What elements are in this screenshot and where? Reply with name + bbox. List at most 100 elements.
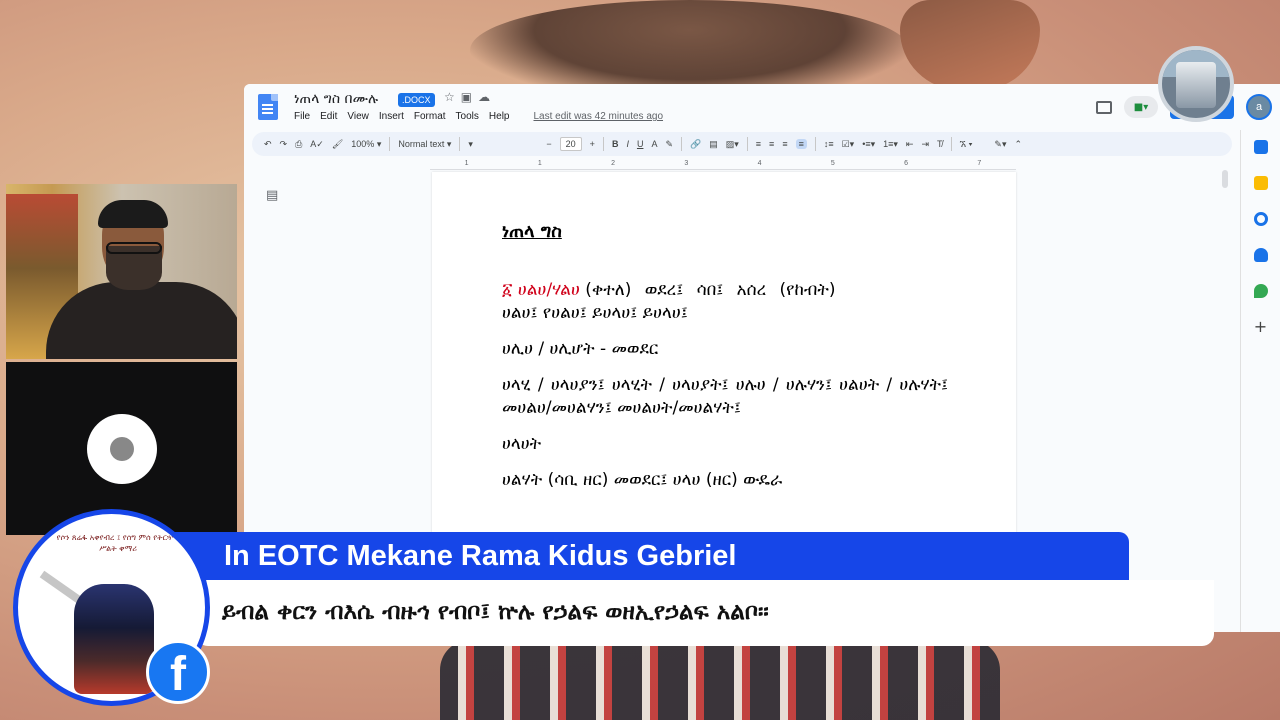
title-actions: ☆▣☁ (444, 90, 496, 104)
print-icon[interactable]: ⎙ (295, 139, 302, 150)
account-avatar[interactable]: a (1246, 94, 1272, 120)
logo-text: የሶን ጸሬፋ አቀየብረ ፤ የሰግ ምሰ የትርጓሜ ሥልት ቀማሪ (56, 533, 180, 553)
docs-topbar: ነጠላ ግስ በሙሉ .DOCX ☆▣☁ File Edit View Inse… (244, 84, 1280, 130)
undo-icon[interactable]: ↶ (264, 139, 272, 150)
document-heading: ነጠላ ግስ (502, 221, 562, 242)
logo-figure (74, 584, 154, 694)
highlight-icon[interactable]: ✎ (665, 139, 673, 150)
bold-icon[interactable]: B (612, 139, 619, 149)
docs-logo-icon[interactable] (258, 94, 278, 120)
add-comment-icon[interactable]: ▤ (709, 139, 718, 150)
checklist-icon[interactable]: ☑▾ (842, 139, 855, 150)
font-size-decrease-icon[interactable]: − (546, 139, 551, 149)
menu-tools[interactable]: Tools (456, 111, 479, 122)
presenter-hat (98, 200, 168, 228)
background-painting-arm (900, 0, 1040, 90)
keep-icon[interactable] (1253, 176, 1268, 190)
text-color-icon[interactable]: A (651, 139, 657, 149)
ruler-mark: 3 (684, 160, 689, 167)
align-center-icon[interactable]: ≡ (769, 139, 774, 149)
tasks-icon[interactable] (1253, 212, 1268, 226)
calendar-icon[interactable] (1253, 140, 1268, 154)
menu-insert[interactable]: Insert (379, 111, 404, 122)
ruler-mark: 7 (977, 160, 982, 167)
paragraph-3: ሀላሂ / ሀላሀያን፤ ሀላሂት / ሀላሀያት፤ ሀሉሀ / ሀሉሃን፤ ሀ… (502, 375, 948, 418)
ruler-mark: 4 (757, 160, 762, 167)
star-icon[interactable]: ☆ (444, 90, 461, 104)
banner-subtitle-bar: ይብል ቀርን ብእሴ ብዙኅ የብቦ፤ ኵሉ የኃልፍ ወዘኢየኃልፍ አልቦ… (196, 580, 1214, 646)
facebook-letter: f (170, 648, 186, 701)
editing-mode-icon[interactable]: ✎▾ (994, 139, 1006, 150)
add-on-plus-icon[interactable]: + (1254, 319, 1268, 335)
toolbar-divider (602, 137, 604, 151)
align-left-icon[interactable]: ≡ (756, 139, 761, 149)
maps-icon[interactable] (1253, 284, 1268, 298)
zoom-value: 100% (351, 138, 375, 149)
meet-button[interactable]: ■▾ (1124, 96, 1158, 118)
toolbar-divider (389, 137, 391, 151)
ruler-mark: 5 (830, 160, 835, 167)
video-camera-icon: ■▾ (1133, 101, 1149, 113)
banner-title-bar: In EOTC Mekane Rama Kidus Gebriel (108, 532, 1129, 580)
font-size-increase-icon[interactable]: + (590, 139, 595, 149)
style-select[interactable]: Normal text ▾ (398, 139, 451, 150)
toolbar-divider (950, 137, 952, 151)
item-number: ፩ (502, 280, 513, 300)
facebook-icon: f (146, 640, 210, 704)
align-justify-icon[interactable]: ≡ (795, 139, 807, 149)
zoom-select[interactable]: 100% ▾ (351, 139, 381, 150)
style-value: Normal text (398, 138, 445, 149)
comment-history-icon[interactable] (1096, 100, 1112, 114)
font-size-input[interactable]: 20 (559, 137, 582, 151)
contacts-icon[interactable] (1253, 248, 1268, 262)
redo-icon[interactable]: ↷ (280, 139, 288, 150)
clear-formatting-icon[interactable]: T̸ (937, 139, 943, 149)
decrease-indent-icon[interactable]: ⇤ (906, 139, 914, 150)
menu-help[interactable]: Help (489, 111, 510, 122)
italic-icon[interactable]: I (626, 139, 629, 149)
input-tools-icon[interactable]: ኧ ▾ (960, 139, 973, 150)
align-right-icon[interactable]: ≡ (782, 139, 787, 149)
toolbar-divider (459, 137, 461, 151)
ruler[interactable]: 1 1 2 3 4 5 6 7 (430, 158, 1016, 170)
bulleted-list-icon[interactable]: •≡▾ (862, 139, 875, 150)
paint-format-icon[interactable]: 🖌 (332, 139, 343, 150)
presenter-webcam (6, 184, 237, 359)
paragraph-4: ሀላሀት (502, 434, 542, 454)
move-folder-icon[interactable]: ▣ (461, 90, 478, 104)
ruler-mark: 1 (537, 160, 542, 167)
increase-indent-icon[interactable]: ⇥ (921, 139, 929, 150)
paragraph-1: ፩ ሀልሀ/ሃልሀ (ቀተለ) ወደረ፤ ሳበ፤ አሰረ (የከብት) ሀልሀ፤… (502, 279, 948, 325)
menu-format[interactable]: Format (414, 111, 446, 122)
document-title[interactable]: ነጠላ ግስ በሙሉ (294, 91, 378, 107)
menu-edit[interactable]: Edit (320, 111, 337, 122)
side-panel: + (1240, 130, 1280, 632)
verb-root-red: ሀልሀ/ሃልሀ (517, 280, 580, 300)
spellcheck-icon[interactable]: A✓ (310, 139, 324, 150)
vertical-scrollbar[interactable] (1222, 170, 1228, 188)
underline-icon[interactable]: U (637, 139, 644, 149)
numbered-list-icon[interactable]: 1≡▾ (883, 139, 898, 150)
docx-badge: .DOCX (398, 93, 435, 107)
insert-image-icon[interactable]: ▨▾ (726, 139, 739, 150)
verb-forms: ሀልሀ፤ የሀልሀ፤ ይሀላሀ፤ ይሀላሀ፤ (502, 303, 688, 323)
toolbar-divider (681, 137, 683, 151)
cloud-status-icon[interactable]: ☁ (478, 90, 496, 104)
last-edit-link[interactable]: Last edit was 42 minutes ago (533, 111, 663, 122)
presenter-glasses (106, 242, 162, 254)
menu-bar: File Edit View Insert Format Tools Help … (294, 111, 663, 122)
paragraph-5: ሀልሃት (ሳቢ ዘር) መወደር፤ ሀላሀ (ዘር) ውዴራ (502, 470, 783, 490)
formatting-toolbar: ↶ ↷ ⎙ A✓ 🖌 100% ▾ Normal text ▾ ▾ − 20 +… (252, 132, 1232, 156)
collapse-menu-icon[interactable]: ⌃ (1014, 139, 1022, 150)
font-select[interactable]: ▾ (468, 139, 538, 150)
line-spacing-icon[interactable]: ↕≡ (824, 139, 834, 149)
verb-meaning: (ቀተለ) ወደረ፤ ሳበ፤ አሰረ (የከብት) (585, 280, 836, 300)
document-outline-icon[interactable]: ▤ (266, 188, 278, 203)
logo-building (1176, 62, 1216, 108)
ruler-mark: 2 (611, 160, 616, 167)
link-icon[interactable]: 🔗 (690, 139, 701, 150)
document-body[interactable]: ነጠላ ግስ ፩ ሀልሀ/ሃልሀ (ቀተለ) ወደረ፤ ሳበ፤ አሰረ (የከብ… (502, 220, 948, 505)
menu-file[interactable]: File (294, 111, 310, 122)
toolbar-divider (746, 137, 748, 151)
menu-view[interactable]: View (347, 111, 369, 122)
